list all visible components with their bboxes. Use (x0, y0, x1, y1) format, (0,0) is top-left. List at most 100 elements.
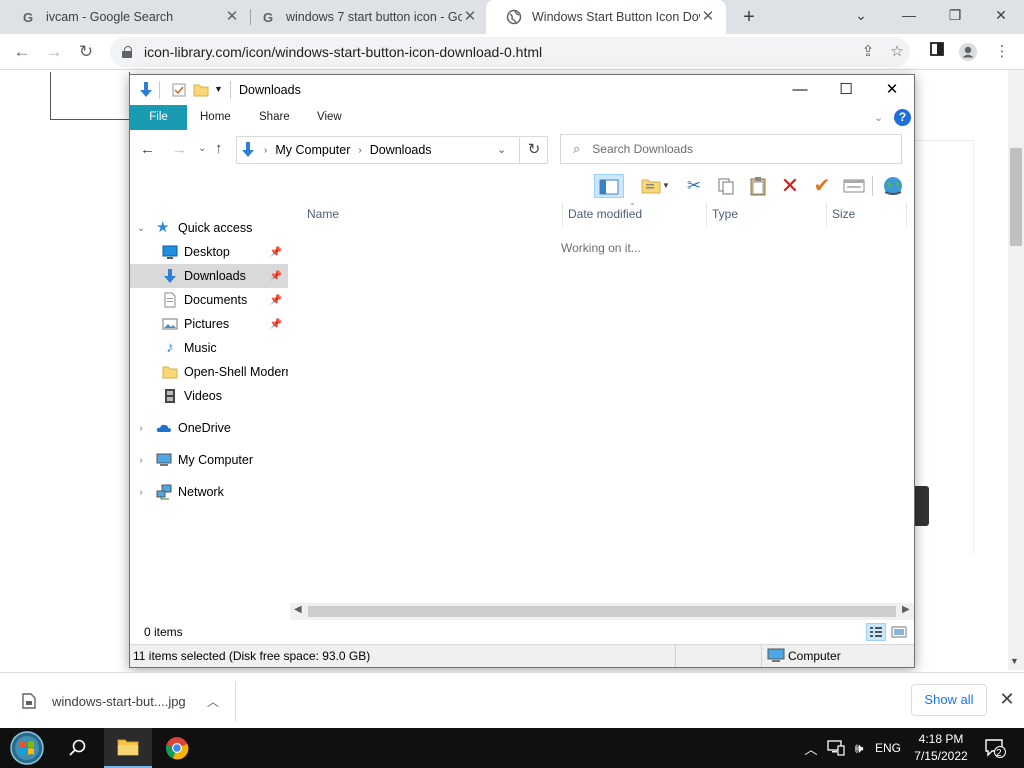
menu-kebab-icon[interactable]: ⋮ (992, 42, 1012, 62)
tab-windows-start-button[interactable]: Windows Start Button Icon Down ✕ (486, 0, 726, 34)
file-explorer-taskbar-icon[interactable] (104, 728, 152, 768)
ribbon-tab-file[interactable]: File (130, 105, 187, 130)
explorer-minimize-button[interactable]: — (777, 75, 823, 105)
column-separator[interactable] (562, 202, 563, 226)
delete-icon[interactable]: ✕ (777, 174, 803, 198)
ribbon-tab-view[interactable]: View (305, 105, 354, 130)
new-folder-icon[interactable] (193, 83, 209, 100)
close-tab-icon[interactable]: ✕ (224, 9, 240, 25)
column-separator[interactable] (706, 202, 707, 226)
column-header-type[interactable]: Type (712, 202, 738, 226)
nav-desktop[interactable]: Desktop 📌 (130, 240, 288, 264)
nav-videos[interactable]: Videos (130, 384, 288, 408)
close-download-bar-icon[interactable]: ✕ (996, 687, 1018, 711)
show-hidden-icons-chevron-icon[interactable]: ︿ (800, 728, 822, 768)
start-orb-icon[interactable] (3, 728, 51, 768)
scroll-left-arrow-icon[interactable]: ◀ (294, 604, 302, 615)
nav-my-computer[interactable]: › My Computer (130, 448, 288, 472)
nav-documents[interactable]: Documents 📌 (130, 288, 288, 312)
tab-windows7[interactable]: G windows 7 start button icon - Go ✕ (240, 0, 488, 34)
tab-search-icon[interactable]: ⌄ (838, 0, 884, 30)
notification-center-icon[interactable]: 2 (980, 728, 1010, 768)
paste-icon[interactable] (745, 174, 771, 198)
explorer-refresh-button[interactable]: ↻ (519, 136, 548, 164)
nav-music[interactable]: ♪ Music (130, 336, 288, 360)
expand-chevron-icon[interactable]: › (134, 487, 148, 498)
file-list-hscroll-thumb[interactable] (308, 606, 896, 617)
column-separator[interactable] (826, 202, 827, 226)
explorer-close-button[interactable]: ✕ (869, 75, 915, 105)
large-icons-view-icon[interactable] (890, 624, 908, 640)
nav-open-shell-modern[interactable]: Open-Shell Modern (130, 360, 288, 384)
minimize-button[interactable]: — (886, 0, 932, 30)
rename-check-icon[interactable]: ✔ (809, 174, 835, 198)
properties-window-icon[interactable] (841, 174, 867, 198)
nav-downloads[interactable]: Downloads 📌 (130, 264, 288, 288)
page-scroll-thumb[interactable] (1010, 148, 1022, 246)
qat-dropdown-icon[interactable]: ▼ (214, 84, 223, 94)
column-header-date-modified[interactable]: Date modified (568, 202, 642, 226)
nav-onedrive[interactable]: › OneDrive (130, 416, 288, 440)
side-panel-icon[interactable] (927, 42, 947, 62)
column-header-name[interactable]: Name (307, 202, 339, 226)
network-globe-icon[interactable] (880, 174, 906, 198)
network-status-icon[interactable] (824, 728, 848, 768)
expand-chevron-icon[interactable]: › (134, 455, 148, 466)
forward-button[interactable]: → (41, 39, 67, 65)
nav-network[interactable]: › Network (130, 480, 288, 504)
details-view-icon[interactable] (866, 623, 886, 641)
chevron-up-icon[interactable]: ︿ (207, 693, 219, 710)
restore-button[interactable]: ❐ (932, 0, 978, 30)
tab-ivcam[interactable]: G ivcam - Google Search ✕ (0, 0, 250, 34)
reload-button[interactable]: ↻ (73, 39, 99, 65)
cut-icon[interactable]: ✂ (681, 174, 707, 198)
clock[interactable]: 4:18 PM 7/15/2022 (908, 728, 974, 768)
show-all-button[interactable]: Show all (911, 684, 987, 716)
breadcrumb-my-computer[interactable]: My Computer (275, 143, 350, 157)
copy-icon[interactable] (713, 174, 739, 198)
explorer-search-input[interactable]: ⌕ Search Downloads (560, 134, 902, 164)
pin-icon[interactable]: 📌 (270, 319, 282, 330)
address-row: ← → ⌄ ↑ › My Computer › Downloads ⌄ ↻ ⌕ … (130, 130, 914, 170)
recent-locations-icon[interactable]: ⌄ (198, 143, 206, 154)
ribbon-tab-share[interactable]: Share (247, 105, 302, 130)
column-header-size[interactable]: Size (832, 202, 855, 226)
address-bar[interactable]: icon-library.com/icon/windows-start-butt… (110, 37, 910, 67)
close-tab-icon[interactable]: ✕ (700, 9, 716, 25)
up-folder-button[interactable]: ↑ (215, 140, 223, 157)
properties-icon[interactable] (172, 83, 186, 100)
bookmark-star-icon[interactable]: ☆ (887, 42, 907, 62)
expand-ribbon-icon[interactable]: ⌄ (874, 111, 883, 124)
pin-icon[interactable]: 📌 (270, 247, 282, 258)
expand-chevron-icon[interactable]: › (134, 423, 148, 434)
address-dropdown-icon[interactable]: ⌄ (497, 143, 506, 156)
folder-options-icon[interactable]: ▼ (632, 174, 672, 198)
back-button[interactable]: ← (9, 39, 35, 65)
breadcrumb-downloads[interactable]: Downloads (370, 143, 432, 157)
scroll-down-arrow-icon[interactable]: ▼ (1010, 656, 1019, 666)
close-window-button[interactable]: ✕ (978, 0, 1024, 30)
ribbon-tab-home[interactable]: Home (188, 105, 243, 130)
nav-pictures[interactable]: Pictures 📌 (130, 312, 288, 336)
chrome-icon[interactable] (153, 728, 201, 768)
collapse-chevron-icon[interactable]: ⌄ (134, 223, 148, 234)
help-icon[interactable]: ? (894, 109, 911, 126)
new-tab-button[interactable]: + (738, 6, 760, 28)
navigation-pane-toggle-icon[interactable] (594, 174, 624, 198)
close-tab-icon[interactable]: ✕ (462, 9, 478, 25)
pin-icon[interactable]: 📌 (270, 271, 282, 282)
explorer-back-button[interactable]: ← (140, 141, 155, 158)
explorer-address-bar[interactable]: › My Computer › Downloads ⌄ (236, 136, 548, 164)
explorer-forward-button[interactable]: → (172, 141, 187, 158)
column-separator[interactable] (906, 202, 907, 226)
share-icon[interactable]: ⇪ (858, 42, 878, 62)
scroll-right-arrow-icon[interactable]: ▶ (902, 604, 910, 615)
nav-quick-access[interactable]: ⌄ ★ Quick access (130, 216, 288, 240)
pin-icon[interactable]: 📌 (270, 295, 282, 306)
explorer-maximize-button[interactable]: ☐ (823, 75, 869, 105)
profile-avatar-icon[interactable] (958, 42, 978, 62)
search-icon[interactable] (54, 728, 102, 768)
language-indicator[interactable]: ENG (872, 728, 904, 768)
download-item[interactable]: windows-start-but....jpg ︿ (10, 681, 236, 721)
volume-icon[interactable]: 🕪 (848, 728, 870, 768)
